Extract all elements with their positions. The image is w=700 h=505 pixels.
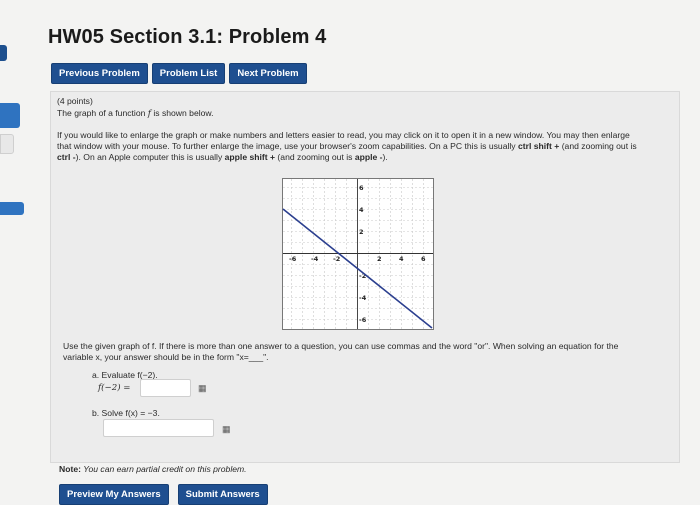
x-tick-label: -6 (289, 255, 297, 263)
sidebar-tab[interactable] (0, 134, 14, 154)
question-instructions: Use the given graph of f. If there is mo… (63, 341, 619, 362)
x-tick-label: 4 (399, 255, 404, 263)
zoom-instructions: If you would like to enlarge the graph o… (57, 130, 637, 162)
previous-problem-button[interactable]: Previous Problem (51, 63, 148, 84)
x-tick-label: -2 (333, 255, 340, 263)
part-b-answer-input[interactable] (103, 419, 214, 437)
x-tick-label: 2 (377, 255, 382, 263)
problem-nav: Previous Problem Problem List Next Probl… (51, 63, 307, 84)
y-tick-label: 2 (359, 228, 364, 236)
points-label: (4 points) (57, 96, 93, 106)
part-a-answer-input[interactable] (140, 379, 191, 397)
submit-answers-button[interactable]: Submit Answers (177, 484, 268, 505)
sidebar-tab[interactable] (0, 202, 24, 215)
x-tick-label: -4 (311, 255, 319, 263)
y-tick-label: -6 (359, 316, 367, 324)
intro-text: The graph of a function f is shown below… (57, 108, 214, 119)
preview-answers-button[interactable]: Preview My Answers (59, 484, 169, 505)
part-a-prompt: f(−2) = (98, 383, 131, 393)
answer-actions: Preview My Answers Submit Answers (59, 484, 268, 505)
next-problem-button[interactable]: Next Problem (229, 63, 307, 84)
page-title: HW05 Section 3.1: Problem 4 (48, 26, 327, 48)
y-tick-label: -4 (359, 294, 367, 302)
equation-editor-icon[interactable]: ▦ (198, 383, 206, 394)
sidebar-tab[interactable] (0, 103, 20, 128)
note-text: Note: You can earn partial credit on thi… (59, 464, 247, 474)
x-tick-label: 6 (421, 255, 426, 263)
part-b-label: b. Solve f(x) = −3. (92, 408, 160, 418)
y-tick-label: 4 (359, 206, 364, 214)
function-graph[interactable]: -6 -4 -2 2 4 6 6 4 2 -2 -4 -6 (282, 178, 434, 330)
problem-list-button[interactable]: Problem List (151, 63, 226, 84)
y-tick-label: 6 (359, 184, 364, 192)
equation-editor-icon[interactable]: ▦ (222, 424, 230, 435)
sidebar-tab[interactable] (0, 45, 7, 61)
